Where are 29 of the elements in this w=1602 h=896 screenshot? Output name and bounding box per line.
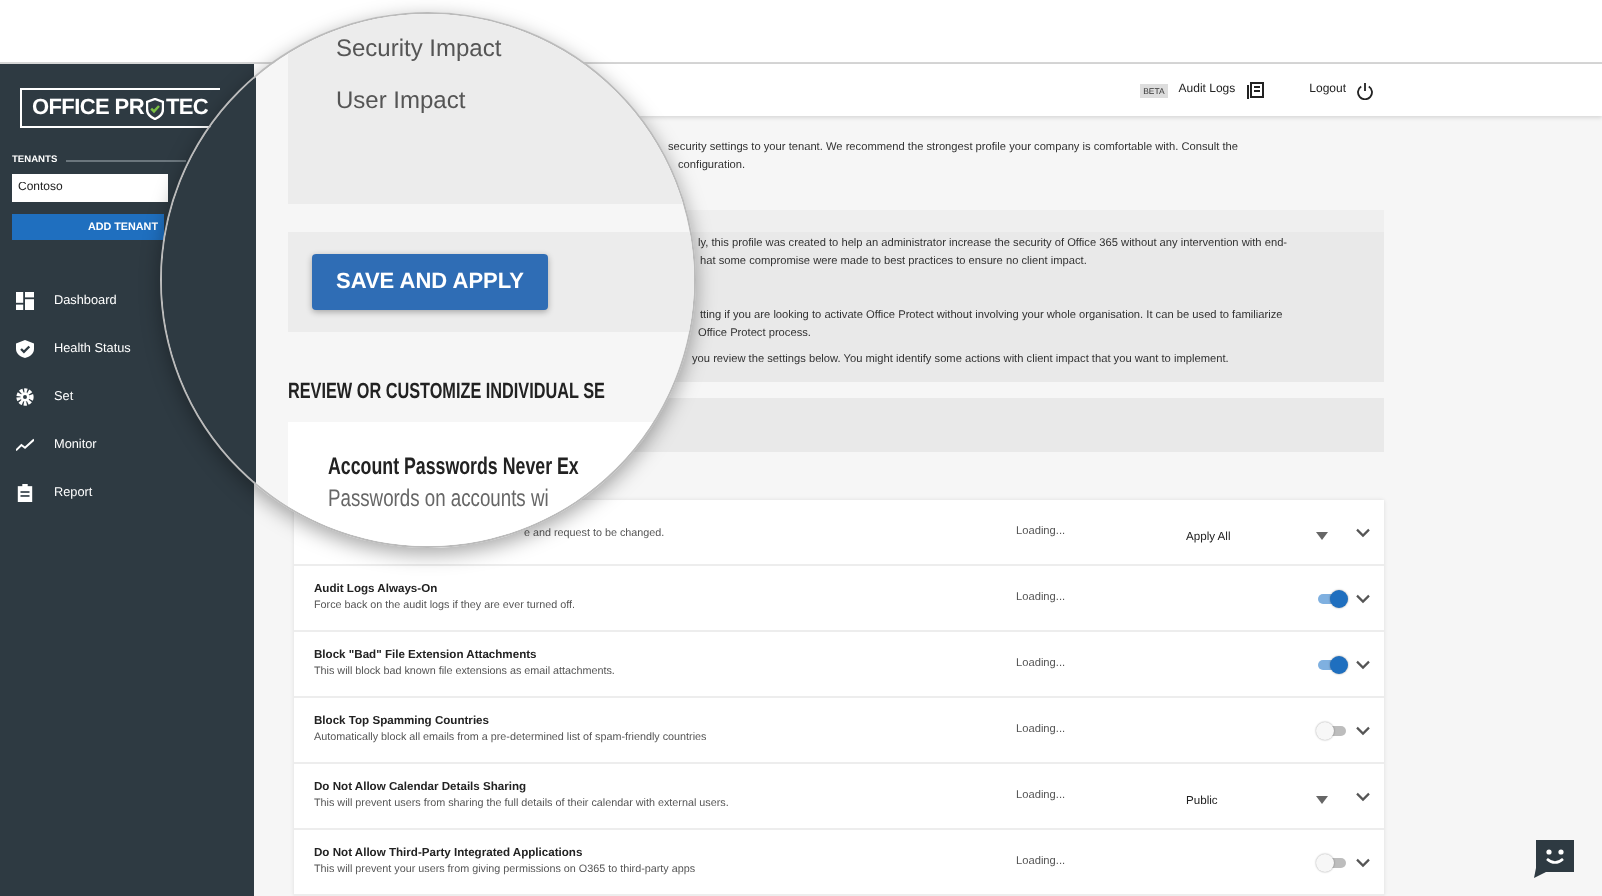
- toggle-switch[interactable]: [1316, 721, 1348, 739]
- shield-check-icon: [16, 339, 34, 357]
- toggle-switch[interactable]: [1316, 655, 1348, 673]
- clipboard-icon: [16, 483, 34, 501]
- book-icon[interactable]: [1245, 81, 1264, 99]
- impact-label: Security Impact: [336, 34, 502, 62]
- dropdown-caret-icon[interactable]: [1316, 532, 1328, 540]
- settings-icon: [16, 387, 34, 405]
- impact-label: User Impact: [336, 86, 466, 114]
- setting-description: Passwords on accounts wi: [328, 482, 549, 514]
- toggle-switch[interactable]: [1316, 589, 1348, 607]
- save-and-apply-button[interactable]: SAVE AND APPLY: [312, 254, 548, 310]
- toggle-switch[interactable]: [1316, 853, 1348, 871]
- chevron-down-icon[interactable]: [1356, 593, 1370, 603]
- power-icon[interactable]: [1356, 81, 1374, 99]
- logo-text: TEC: [165, 96, 209, 120]
- chevron-down-icon[interactable]: [1356, 791, 1370, 801]
- logo-text: OFFICE PR: [32, 96, 144, 120]
- chevron-down-icon[interactable]: [1356, 659, 1370, 669]
- chevron-down-icon[interactable]: [1356, 527, 1370, 537]
- chevron-down-icon[interactable]: [1356, 857, 1370, 867]
- shield-check-icon: [145, 97, 164, 119]
- section-heading: REVIEW OR CUSTOMIZE INDIVIDUAL SE: [288, 378, 605, 408]
- dashboard-icon: [16, 291, 34, 309]
- chat-bubble-icon[interactable]: [1530, 836, 1578, 880]
- dropdown-caret-icon[interactable]: [1316, 796, 1328, 804]
- setting-title: Account Passwords Never Ex: [328, 450, 579, 482]
- trend-line-icon: [16, 435, 34, 453]
- chevron-down-icon[interactable]: [1356, 725, 1370, 735]
